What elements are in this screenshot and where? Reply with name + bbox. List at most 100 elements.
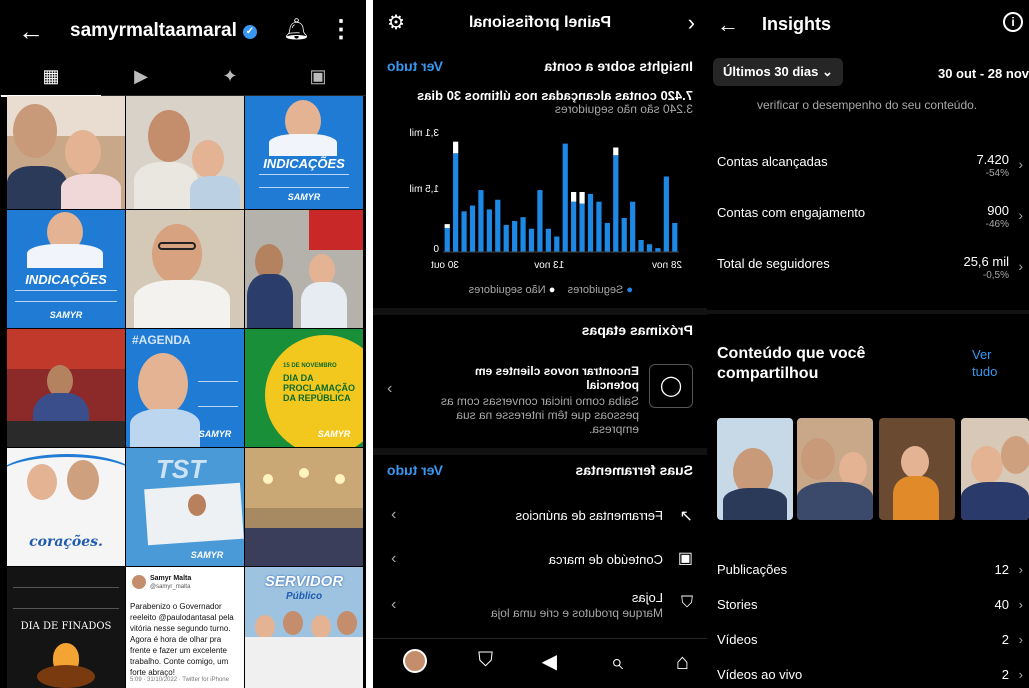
tweet-footer: 5:09 · 31/10/2022 · Twitter for iPhone xyxy=(130,677,229,683)
more-options-icon[interactable]: ⋮ xyxy=(329,15,353,44)
shop-icon[interactable]: ⛉ xyxy=(478,649,493,672)
indicacoes-heading-2: INDICAÇÕES xyxy=(25,272,107,287)
coracoes-text: corações. xyxy=(29,534,103,550)
tab-sparkle-icon[interactable]: ✦ xyxy=(210,66,250,92)
tool-brand[interactable]: Conteúdo de marca xyxy=(549,552,663,567)
chart-bar-followers xyxy=(630,201,636,252)
chevron-icon-3[interactable]: › xyxy=(391,596,396,614)
post-tile-selfie[interactable] xyxy=(7,96,125,209)
profile-screen: ← samyrmaltaamaral ✓ 🔔︎ ⋮ ▦ ▶︎ ✦ ▣ INDICA… xyxy=(0,0,366,688)
tab-tagged-icon[interactable]: ▣ xyxy=(298,66,338,92)
shared-see-all-link[interactable]: Ver tudo xyxy=(972,346,1012,380)
metric-row[interactable]: Contas alcançadas 7.420 -54% › xyxy=(717,152,1023,182)
indicacoes-heading: INDICAÇÕES xyxy=(263,156,345,171)
brand-logo-2: SAMYR xyxy=(49,310,83,320)
post-tile-agenda[interactable]: #AGENDA SAMYR xyxy=(126,329,244,447)
chevron-right-icon-6: › xyxy=(1018,597,1023,612)
brand-logo-4: SAMYR xyxy=(317,429,351,439)
chart-bar-nonfollowers xyxy=(453,141,459,154)
post-tile-portrait[interactable] xyxy=(126,210,244,328)
chart-bar-followers xyxy=(444,228,450,252)
tool-ads[interactable]: Ferramentas de anúncios xyxy=(516,508,663,523)
finados-title: DIA DE FINADOS xyxy=(20,621,112,632)
tweet-handle: @samyr_malta xyxy=(150,584,191,590)
chart-bar-followers xyxy=(604,222,610,252)
chevron-icon-2[interactable]: › xyxy=(391,550,396,568)
section-divider-3 xyxy=(707,310,1029,314)
chart-bar-followers xyxy=(646,244,653,252)
chevron-right-icon-2: › xyxy=(1018,156,1023,172)
section-divider xyxy=(373,308,707,315)
post-tile-proclamacao[interactable]: 15 DE NOVEMBRO DIA DA PROCLAMAÇÃO DA REP… xyxy=(245,329,363,447)
chart-bar-followers xyxy=(562,143,568,252)
home-icon[interactable]: ⌂ xyxy=(676,649,689,675)
chevron-icon[interactable]: › xyxy=(391,506,396,524)
content-thumbnail[interactable] xyxy=(961,418,1029,520)
content-thumbnail[interactable] xyxy=(717,418,793,520)
post-tile-radio[interactable] xyxy=(245,210,363,328)
insights-screen: ← Insights i Últimos 30 dias ⌄ 30 out - … xyxy=(707,0,1029,688)
post-tile-tst[interactable]: TST SAMYR xyxy=(126,448,244,566)
chart-bar-followers xyxy=(655,248,661,252)
chart-bar-followers xyxy=(461,211,467,252)
chart-bar-followers xyxy=(512,221,518,252)
tab-grid-icon[interactable]: ▦ xyxy=(1,66,101,97)
date-filter-dropdown[interactable]: Últimos 30 dias ⌄ xyxy=(713,58,843,86)
settings-gear-icon[interactable]: ⚙︎ xyxy=(387,10,405,35)
count-label: Stories xyxy=(717,597,758,612)
count-row[interactable]: Vídeos ao vivo 2 › xyxy=(717,667,1023,688)
count-row[interactable]: Vídeos 2 › xyxy=(717,632,1023,654)
chart-bar-followers xyxy=(503,224,509,252)
post-tile-servidor[interactable]: SERVIDOR Público xyxy=(245,567,363,688)
chevron-right-icon-3: › xyxy=(1018,207,1023,223)
back-arrow-icon[interactable]: ← xyxy=(18,18,44,44)
agenda-text: #AGENDA xyxy=(132,333,191,347)
info-icon[interactable]: i xyxy=(1003,12,1023,32)
next-steps-card[interactable]: Encontrar novos clientes em potencial Sa… xyxy=(429,364,639,436)
chart-bar-nonfollowers xyxy=(444,224,450,228)
chart-bar-nonfollowers xyxy=(571,192,577,202)
post-tile-tweet[interactable]: Samyr Malta @samyr_malta Parabenizo o Go… xyxy=(126,567,244,688)
post-tile-church[interactable] xyxy=(245,448,363,566)
chart-bar-followers xyxy=(554,236,560,252)
back-arrow-icon-2[interactable]: ← xyxy=(717,12,739,38)
count-label: Vídeos xyxy=(717,632,758,647)
x-tick-label: 30 out xyxy=(431,260,459,271)
card-chevron-icon[interactable]: › xyxy=(387,380,392,398)
content-thumbnail[interactable] xyxy=(879,418,955,520)
chart-bar-nonfollowers xyxy=(613,147,619,156)
metric-row[interactable]: Contas com engajamento 900 -46% › xyxy=(717,203,1023,233)
search-icon[interactable]: ⌕ xyxy=(611,649,623,675)
chevron-right-icon-4: › xyxy=(1018,258,1023,274)
tools-see-all-link[interactable]: Ver tudo xyxy=(387,462,443,478)
post-tile-studio[interactable] xyxy=(7,329,125,447)
insights-see-all-link[interactable]: Ver tudo xyxy=(387,58,443,74)
reach-summary-sub: 3.240 são não seguidores xyxy=(554,102,693,116)
chart-bar-followers xyxy=(613,155,619,252)
post-tile-coracoes[interactable]: corações. xyxy=(7,448,125,566)
metric-row[interactable]: Total de seguidores 25,6 mil -0,5% › xyxy=(717,254,1023,284)
legend-dot-nonfollowers-icon: ● xyxy=(548,284,556,296)
tab-reels-icon[interactable]: ▶︎ xyxy=(121,66,161,92)
reels-icon[interactable]: ▶︎ xyxy=(542,649,557,674)
notifications-bell-icon[interactable]: 🔔︎ xyxy=(283,18,310,42)
post-tile-indicacoes-2[interactable]: INDICAÇÕES SAMYR xyxy=(7,210,125,328)
count-row[interactable]: Publicações 12 › xyxy=(717,562,1023,584)
mirrored-content: ‹ Painel profissional ⚙︎ Insights sobre … xyxy=(373,0,707,688)
shop-bag-icon: ⛉ xyxy=(680,594,693,611)
post-tile-finados[interactable]: DIA DE FINADOS xyxy=(7,567,125,688)
chart-legend: ● Seguidores ● Não seguidores xyxy=(469,284,633,296)
tweet-name: Samyr Malta xyxy=(150,575,192,582)
post-tile-child[interactable] xyxy=(126,96,244,209)
count-row[interactable]: Stories 40 › xyxy=(717,597,1023,619)
post-tile-indicacoes-1[interactable]: INDICAÇÕES SAMYR xyxy=(245,96,363,209)
count-value: 12 xyxy=(994,562,1009,577)
content-thumbnail[interactable] xyxy=(797,418,873,520)
tool-shops[interactable]: Lojas xyxy=(632,590,663,605)
legend-followers: Seguidores xyxy=(567,284,624,296)
metric-value: 25,6 mil xyxy=(963,254,1009,269)
brand-logo: SAMYR xyxy=(287,192,321,202)
metric-change: -46% xyxy=(985,219,1009,230)
chart-bar-followers xyxy=(545,228,551,252)
profile-avatar[interactable] xyxy=(403,649,427,673)
